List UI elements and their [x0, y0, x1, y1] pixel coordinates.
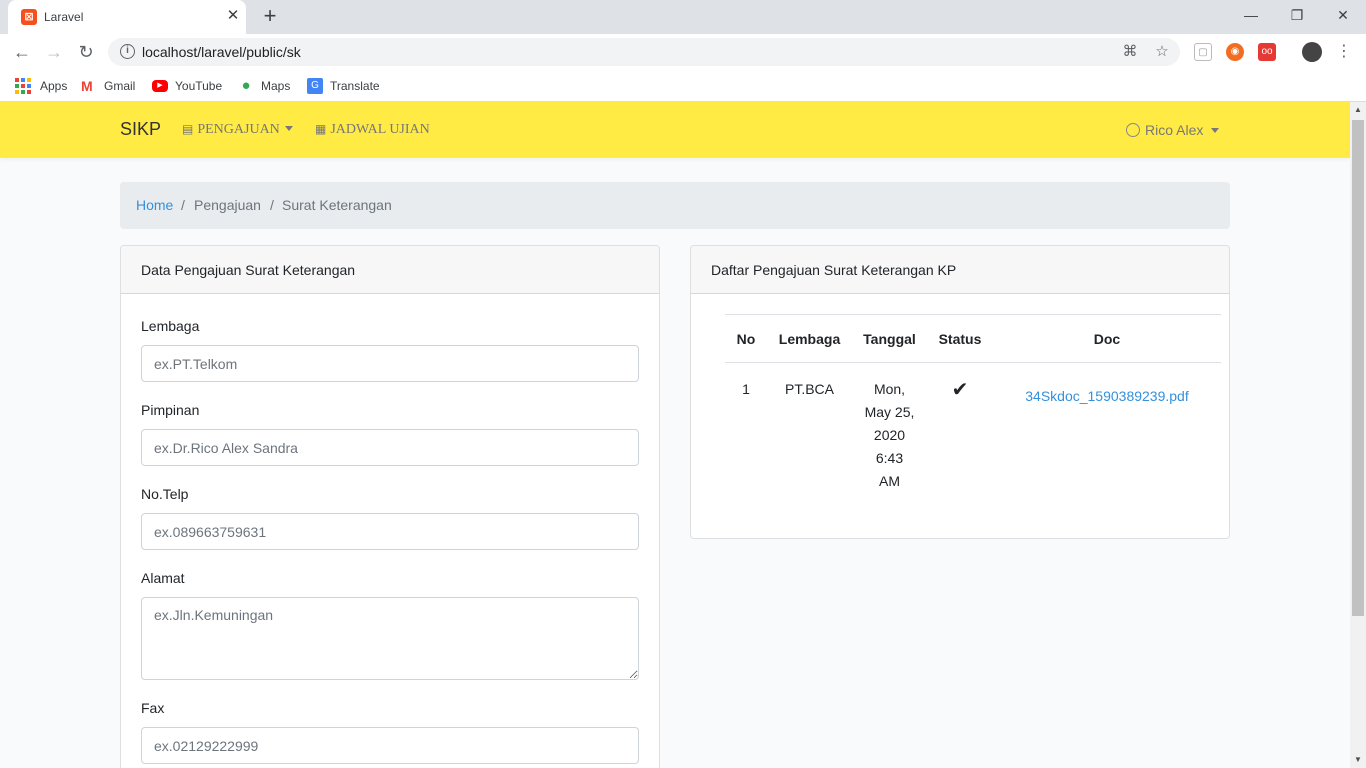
bookmark-label: Maps	[261, 79, 291, 93]
table-header-row: No Lembaga Tanggal Status Doc	[725, 314, 1221, 363]
laravel-favicon-icon: ⊠	[21, 9, 37, 25]
bookmarks-bar: Apps M Gmail ▶ YouTube ● Maps G Translate	[0, 70, 1366, 102]
app-navbar: SIKP ▤ PENGAJUAN ▦ JADWAL UJIAN Rico Alex	[0, 102, 1350, 158]
calendar-icon: ▦	[315, 122, 327, 136]
label-fax: Fax	[141, 700, 165, 716]
col-lembaga: Lembaga	[767, 314, 852, 363]
site-info-icon[interactable]: i	[120, 44, 135, 59]
translate-icon: G	[307, 77, 323, 94]
breadcrumb-current: Surat Keterangan	[282, 197, 392, 213]
cell-no: 1	[742, 381, 750, 397]
form-card-header: Data Pengajuan Surat Keterangan	[121, 246, 659, 294]
extension-icon[interactable]: ▢	[1194, 43, 1212, 61]
input-lembaga[interactable]	[141, 345, 639, 382]
nav-link-label: PENGAJUAN	[197, 122, 280, 137]
bookmark-label: Gmail	[104, 79, 136, 93]
breadcrumb: Home / Pengajuan / Surat Keterangan	[120, 182, 1230, 229]
bookmark-label: YouTube	[175, 79, 223, 93]
label-lembaga: Lembaga	[141, 318, 200, 334]
tab-title: Laravel	[44, 10, 84, 24]
col-doc: Doc	[993, 314, 1221, 363]
scroll-up-arrow-icon[interactable]: ▲	[1350, 102, 1366, 118]
reload-button[interactable]: ↻	[74, 40, 98, 64]
caret-down-icon	[1211, 127, 1220, 133]
extension-orange-icon[interactable]: ◉	[1226, 43, 1244, 61]
cell-tanggal: Mon, May 25, 2020 6:43 AM	[852, 363, 927, 494]
label-no-telp: No.Telp	[141, 486, 189, 502]
input-pimpinan[interactable]	[141, 429, 639, 466]
tanggal-line: Mon,	[873, 381, 906, 397]
caret-down-icon	[284, 126, 293, 132]
approved-check-icon: ✔	[951, 379, 969, 401]
tanggal-line: 2020	[873, 427, 906, 443]
scroll-down-arrow-icon[interactable]: ▼	[1350, 752, 1366, 768]
label-alamat: Alamat	[141, 570, 185, 586]
extension-red-icon[interactable]: oo	[1258, 43, 1276, 61]
page-viewport: SIKP ▤ PENGAJUAN ▦ JADWAL UJIAN Rico Alex …	[0, 102, 1350, 768]
list-card-title: Daftar Pengajuan Surat Keterangan KP	[711, 262, 957, 278]
textarea-alamat[interactable]	[141, 597, 639, 680]
label-pimpinan: Pimpinan	[141, 402, 200, 418]
restore-button[interactable]: ❐	[1274, 0, 1320, 30]
minimize-button[interactable]: —	[1228, 0, 1274, 30]
breadcrumb-home[interactable]: Home	[136, 197, 173, 213]
breadcrumb-pengajuan: Pengajuan	[194, 197, 261, 213]
nav-jadwal-ujian[interactable]: ▦ JADWAL UJIAN	[315, 122, 430, 138]
input-no-telp[interactable]	[141, 513, 639, 550]
bookmark-translate[interactable]: G Translate	[307, 77, 380, 95]
nav-pengajuan-dropdown[interactable]: ▤ PENGAJUAN	[182, 122, 293, 138]
bookmark-label: Translate	[330, 79, 380, 93]
user-circle-icon	[1126, 123, 1140, 138]
submission-table: No Lembaga Tanggal Status Doc 1 PT.BCA M…	[725, 314, 1221, 493]
bookmark-maps[interactable]: ● Maps	[238, 77, 290, 95]
scroll-thumb[interactable]	[1352, 120, 1364, 616]
profile-avatar[interactable]	[1302, 42, 1322, 62]
gmail-icon: M	[81, 77, 93, 94]
list-card: Daftar Pengajuan Surat Keterangan KP No …	[690, 245, 1230, 539]
brand-logo[interactable]: SIKP	[120, 119, 161, 140]
id-card-icon: ▤	[182, 122, 194, 136]
doc-download-link[interactable]: 34Skdoc_1590389239.pdf	[1025, 385, 1188, 408]
form-card-title: Data Pengajuan Surat Keterangan	[141, 262, 356, 278]
tanggal-line: May 25,	[864, 404, 915, 420]
breadcrumb-separator: /	[181, 197, 185, 213]
col-status: Status	[927, 314, 993, 363]
col-tanggal: Tanggal	[852, 314, 927, 363]
cell-status: ✔	[927, 363, 993, 494]
cell-doc: 34Skdoc_1590389239.pdf	[993, 363, 1221, 494]
youtube-icon: ▶	[152, 79, 168, 92]
cell-lembaga: PT.BCA	[784, 381, 834, 397]
list-card-header: Daftar Pengajuan Surat Keterangan KP	[691, 246, 1229, 294]
bookmark-gmail[interactable]: M Gmail	[81, 77, 135, 95]
url-text[interactable]: localhost/laravel/public/sk	[142, 44, 301, 60]
new-tab-button[interactable]: +	[258, 4, 282, 28]
input-fax[interactable]	[141, 727, 639, 764]
close-window-button[interactable]: ✕	[1320, 0, 1366, 30]
bookmark-label: Apps	[40, 79, 68, 93]
bookmark-apps[interactable]: Apps	[15, 77, 67, 95]
bookmark-youtube[interactable]: ▶ YouTube	[152, 77, 222, 95]
maps-icon: ●	[241, 76, 251, 94]
forward-button[interactable]: →	[42, 40, 66, 64]
browser-tab[interactable]: ⊠ Laravel ✕	[8, 0, 246, 34]
form-card: Data Pengajuan Surat Keterangan Lembaga …	[120, 245, 660, 768]
user-name: Rico Alex	[1145, 122, 1204, 138]
bookmark-star-icon[interactable]: ☆	[1153, 43, 1171, 61]
user-menu-dropdown[interactable]: Rico Alex	[1126, 122, 1220, 138]
tanggal-line: 6:43	[875, 450, 904, 466]
address-bar[interactable]: i localhost/laravel/public/sk ⌘ ☆	[108, 38, 1180, 66]
back-button[interactable]: ←	[10, 40, 34, 64]
page-scrollbar[interactable]: ▲ ▼	[1350, 102, 1366, 768]
nav-link-label: JADWAL UJIAN	[330, 122, 430, 137]
browser-menu-icon[interactable]: ⋮	[1332, 40, 1356, 64]
breadcrumb-separator: /	[270, 197, 274, 213]
translate-page-icon[interactable]: ⌘	[1121, 43, 1139, 61]
col-no: No	[725, 314, 767, 363]
table-row: 1 PT.BCA Mon, May 25, 2020 6:43 AM ✔ 34S…	[725, 363, 1221, 494]
apps-grid-icon	[15, 77, 31, 94]
close-tab-icon[interactable]: ✕	[224, 6, 242, 26]
browser-tab-bar: ⊠ Laravel ✕ + — ❐ ✕	[0, 0, 1366, 34]
tanggal-line: AM	[879, 473, 900, 489]
